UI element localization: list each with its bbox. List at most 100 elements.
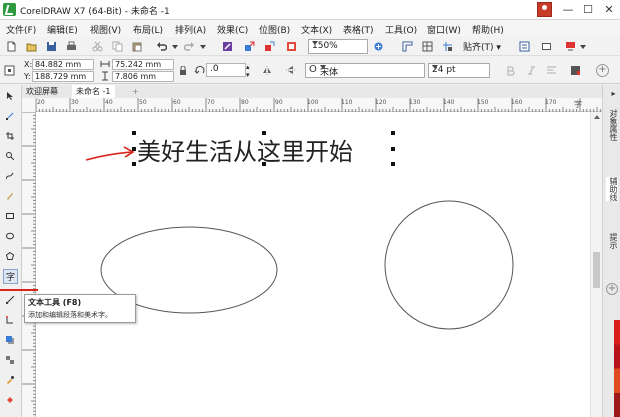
minimize-button[interactable]: — [558, 0, 578, 20]
menu-window[interactable]: 窗口(W) [427, 23, 461, 36]
add-property-icon[interactable]: + [596, 64, 609, 77]
polygon-tool[interactable] [3, 249, 18, 264]
paste-icon[interactable] [132, 41, 143, 52]
application-launcher-icon[interactable] [541, 41, 552, 52]
search-content-icon[interactable] [222, 41, 233, 52]
docker-tab-guidelines[interactable]: 辅助线 [606, 177, 618, 201]
font-size-dropdown[interactable]: 24 pt [428, 63, 490, 78]
angle-spinner-icon[interactable]: ▴ ▾ [246, 63, 250, 79]
undo-icon[interactable] [156, 41, 167, 52]
add-docker-icon[interactable]: + [606, 283, 618, 295]
user-account-icon[interactable] [537, 2, 552, 17]
x-position-field[interactable]: 84.882 mm [32, 59, 94, 70]
lock-ratio-icon[interactable] [179, 66, 187, 75]
menu-arrange[interactable]: 排列(A) [175, 23, 206, 36]
publish-pdf-icon[interactable] [286, 41, 297, 52]
menu-effects[interactable]: 效果(C) [217, 23, 248, 36]
italic-icon[interactable] [526, 65, 537, 76]
text-tool[interactable]: 字 [3, 269, 18, 284]
brush-icon [7, 193, 13, 200]
tooltip-title: 文本工具 (F8) [28, 298, 82, 307]
bold-icon[interactable] [505, 65, 516, 76]
circle-shape[interactable] [384, 200, 514, 330]
tab-untitled-document[interactable]: 未命名 -1 [72, 85, 115, 98]
tab-welcome-screen[interactable]: 欢迎屏幕 [22, 85, 62, 98]
text-align-icon[interactable] [546, 65, 557, 76]
menu-view[interactable]: 视图(V) [90, 23, 121, 36]
rotation-angle-field[interactable]: .0 [206, 63, 246, 77]
object-origin-icon[interactable] [4, 65, 15, 76]
text-tool-tooltip: 文本工具 (F8) 添加和编辑段落和美术字。 [24, 294, 136, 323]
new-document-icon[interactable] [6, 41, 17, 52]
artistic-media-tool[interactable] [3, 189, 18, 204]
menu-file[interactable]: 文件(F) [6, 23, 36, 36]
show-grid-icon[interactable] [422, 41, 433, 52]
connector-tool[interactable] [3, 313, 18, 328]
pick-tool[interactable] [3, 89, 18, 104]
zoom-tool[interactable] [3, 149, 18, 164]
eyedropper-icon [7, 376, 14, 384]
horizontal-ruler[interactable]: 20 30 40 50 60 70 80 90 100 110 120 130 … [36, 98, 602, 112]
rectangle-tool[interactable] [3, 209, 18, 224]
crop-tool[interactable] [3, 129, 18, 144]
window-title: CorelDRAW X7 (64-Bit) - 未命名 -1 [20, 7, 170, 17]
coreldraw-window: CorelDRAW X7 (64-Bit) - 未命名 -1 — ☐ ✕ 文件(… [0, 0, 620, 417]
width-field[interactable]: 75.242 mm [112, 59, 174, 70]
docker-collapse-icon[interactable]: ▸ [606, 89, 618, 98]
menu-bitmaps[interactable]: 位图(B) [259, 23, 290, 36]
menu-text[interactable]: 文本(X) [301, 23, 332, 36]
welcome-screen-icon[interactable] [565, 41, 576, 52]
y-position-field[interactable]: 188.729 mm [32, 71, 94, 82]
save-icon[interactable] [46, 41, 57, 52]
height-field[interactable]: 7.806 mm [112, 71, 174, 82]
full-screen-preview-icon[interactable] [373, 41, 384, 52]
launcher-dropdown-icon[interactable] [580, 45, 586, 49]
redo-dropdown-icon[interactable] [200, 45, 206, 49]
show-guidelines-icon[interactable] [442, 41, 453, 52]
export-icon[interactable] [264, 41, 275, 52]
show-rulers-icon[interactable] [402, 41, 413, 52]
copy-icon[interactable] [112, 41, 123, 52]
mirror-horizontal-icon[interactable] [262, 65, 273, 76]
interactive-fill-tool[interactable] [3, 393, 18, 408]
maximize-button[interactable]: ☐ [578, 0, 598, 20]
new-tab-button[interactable]: + [128, 85, 143, 98]
cut-icon[interactable] [92, 41, 103, 52]
dimension-icon [6, 296, 14, 304]
print-icon[interactable] [66, 41, 77, 52]
menu-edit[interactable]: 编辑(E) [47, 23, 78, 36]
close-button[interactable]: ✕ [599, 0, 619, 20]
zoom-level-dropdown[interactable]: 150% [308, 39, 368, 54]
menu-help[interactable]: 帮助(H) [472, 23, 504, 36]
artistic-text-headline[interactable]: 美好生活从这里开始 [137, 132, 353, 167]
import-icon[interactable] [244, 41, 255, 52]
vertical-scrollbar[interactable] [590, 112, 602, 417]
freehand-tool[interactable] [3, 169, 18, 184]
options-icon[interactable] [519, 41, 530, 52]
text-tool-icon: 字 [6, 273, 16, 283]
ellipse-tool[interactable] [3, 229, 18, 244]
color-palette-strip[interactable] [614, 320, 620, 417]
docker-tab-hints[interactable]: 提示 [606, 233, 618, 249]
drawing-canvas[interactable]: 美好生活从这里开始 [36, 112, 602, 417]
vertical-ruler[interactable] [22, 98, 36, 417]
shape-tool[interactable] [3, 109, 18, 124]
redo-icon[interactable] [184, 41, 195, 52]
snap-to-dropdown[interactable]: 贴齐(T) ▾ [463, 40, 501, 53]
docker-tab-object-properties[interactable]: 对象属性 [606, 109, 618, 141]
open-document-icon[interactable] [26, 41, 37, 52]
parallel-dimension-tool[interactable] [3, 293, 18, 308]
transparency-tool[interactable] [3, 353, 18, 368]
undo-dropdown-icon[interactable] [172, 45, 178, 49]
menu-tools[interactable]: 工具(O) [385, 23, 417, 36]
menu-layout[interactable]: 布局(L) [133, 23, 163, 36]
text-properties-icon[interactable] [570, 65, 581, 76]
ruler-h-mark-40: 40 [105, 99, 113, 106]
mirror-vertical-icon[interactable] [285, 65, 296, 76]
color-eyedropper-tool[interactable] [3, 373, 18, 388]
scrollbar-thumb[interactable] [593, 252, 600, 288]
menu-table[interactable]: 表格(T) [343, 23, 374, 36]
drop-shadow-tool[interactable] [3, 333, 18, 348]
scroll-up-icon[interactable] [594, 115, 600, 119]
font-family-dropdown[interactable]: O 宋体 [305, 63, 425, 78]
